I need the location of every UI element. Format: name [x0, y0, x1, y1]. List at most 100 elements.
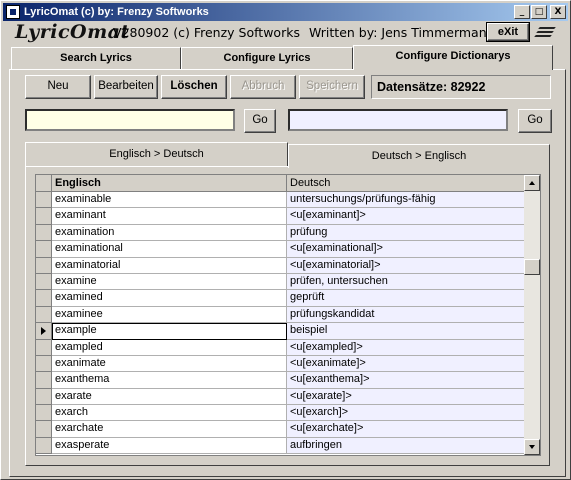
cell-german[interactable]: <u[exanthema]> — [287, 372, 525, 389]
cell-english[interactable]: examinatorial — [52, 257, 287, 274]
row-indicator[interactable] — [36, 241, 52, 258]
cell-english[interactable]: exarate — [52, 388, 287, 406]
cell-german[interactable]: <u[exarch]> — [287, 405, 525, 422]
cancel-button[interactable]: Abbruch — [230, 75, 296, 99]
row-indicator[interactable] — [36, 208, 52, 225]
cell-german[interactable]: geprüft — [287, 290, 525, 307]
tab-configure-lyrics[interactable]: Configure Lyrics — [181, 47, 353, 69]
cell-german[interactable]: untersuchungs/prüfungs-fähig — [287, 192, 525, 209]
cell-english[interactable]: exanthema — [52, 372, 287, 389]
row-indicator[interactable] — [36, 290, 52, 307]
table-row[interactable]: exasperate aufbringen — [36, 437, 525, 455]
cell-german[interactable]: beispiel — [287, 323, 525, 340]
search-german-input[interactable] — [288, 109, 508, 131]
delete-button[interactable]: Löschen — [161, 75, 227, 99]
table-row[interactable]: examine prüfen, untersuchen — [36, 273, 525, 291]
table-row[interactable]: examinatorial <u[examinatorial]> — [36, 257, 525, 274]
table-row[interactable]: examinant <u[examinant]> — [36, 208, 525, 225]
cell-english[interactable]: examinee — [52, 306, 287, 324]
row-indicator[interactable] — [36, 437, 52, 455]
cell-english[interactable]: examinable — [52, 192, 287, 209]
title-bar[interactable]: LyricOmat (c) by: Frenzy Softworks _ □ X — [3, 3, 568, 21]
cell-english[interactable]: exampled — [52, 339, 287, 356]
row-indicator[interactable] — [36, 224, 52, 242]
record-count: Datensätze: 82922 — [371, 75, 551, 99]
grid-rows: examinable untersuchungs/prüfungs-fähig ex… — [36, 192, 525, 455]
row-indicator[interactable] — [36, 388, 52, 406]
cell-german[interactable]: prüfungskandidat — [287, 306, 525, 324]
tab-german-english[interactable]: Deutsch > Englisch — [288, 144, 550, 168]
new-button[interactable]: Neu — [25, 75, 91, 99]
table-row[interactable]: examinational <u[examinational]> — [36, 241, 525, 258]
close-button[interactable]: X — [550, 5, 566, 19]
cell-english[interactable]: examinant — [52, 208, 287, 225]
cell-german[interactable]: <u[exampled]> — [287, 339, 525, 356]
scroll-up-arrow-icon[interactable] — [524, 175, 540, 191]
scroll-down-arrow-icon[interactable] — [524, 439, 540, 455]
tab-search-lyrics[interactable]: Search Lyrics — [11, 47, 181, 69]
cell-german[interactable]: <u[examinational]> — [287, 241, 525, 258]
minimize-button[interactable]: _ — [514, 5, 530, 19]
author-text: Written by: Jens Timmermann — [309, 25, 495, 40]
exit-button[interactable]: eXit — [487, 23, 529, 41]
table-row[interactable]: exanthema <u[exanthema]> — [36, 372, 525, 389]
cell-english[interactable]: examinational — [52, 241, 287, 258]
cell-english[interactable]: exanimate — [52, 355, 287, 373]
table-row[interactable]: example beispiel — [36, 323, 525, 340]
maximize-button[interactable]: □ — [531, 5, 547, 19]
edit-button[interactable]: Bearbeiten — [94, 75, 158, 99]
row-indicator[interactable] — [36, 257, 52, 274]
save-button[interactable]: Speichern — [299, 75, 365, 99]
vertical-scrollbar[interactable] — [524, 175, 540, 455]
main-tabs: Search Lyrics Configure Lyrics Configure… — [9, 45, 554, 70]
cell-german[interactable]: <u[exarate]> — [287, 388, 525, 406]
search-german-go-button[interactable]: Go — [518, 109, 552, 133]
row-indicator[interactable] — [36, 355, 52, 373]
dictionary-grid[interactable]: Englisch Deutsch examinable untersuchungs… — [35, 174, 541, 456]
cell-german[interactable]: prüfung — [287, 224, 525, 242]
row-indicator[interactable] — [36, 421, 52, 438]
table-row[interactable]: examined geprüft — [36, 290, 525, 307]
table-row[interactable]: exampled <u[exampled]> — [36, 339, 525, 356]
table-row[interactable]: examinee prüfungskandidat — [36, 306, 525, 324]
table-row[interactable]: exarate <u[exarate]> — [36, 388, 525, 406]
tab-english-german[interactable]: Englisch > Deutsch — [25, 142, 288, 166]
cell-german[interactable]: aufbringen — [287, 437, 525, 455]
column-header-english[interactable]: Englisch — [52, 175, 287, 192]
cell-german[interactable]: <u[examinant]> — [287, 208, 525, 225]
header-indicator-cell — [36, 175, 52, 192]
search-english-go-button[interactable]: Go — [244, 109, 276, 133]
cell-english[interactable]: exarch — [52, 405, 287, 422]
cell-english[interactable]: examine — [52, 273, 287, 291]
table-row[interactable]: exanimate <u[exanimate]> — [36, 355, 525, 373]
table-row[interactable]: examinable untersuchungs/prüfungs-fähig — [36, 192, 525, 209]
row-indicator[interactable] — [36, 339, 52, 356]
cell-english[interactable]: examination — [52, 224, 287, 242]
row-indicator[interactable] — [36, 405, 52, 422]
cell-english[interactable]: example — [52, 323, 287, 340]
cell-english[interactable]: examined — [52, 290, 287, 307]
current-row-arrow-icon — [41, 327, 46, 336]
cell-german[interactable]: <u[exanimate]> — [287, 355, 525, 373]
row-indicator[interactable] — [36, 372, 52, 389]
tab-configure-dictionarys[interactable]: Configure Dictionarys — [353, 45, 553, 70]
table-row[interactable]: examination prüfung — [36, 224, 525, 242]
app-window: LyricOmat (c) by: Frenzy Softworks _ □ X… — [0, 0, 571, 480]
version-text: V280902 (c) Frenzy Softworks — [113, 25, 300, 40]
row-indicator[interactable] — [36, 192, 52, 209]
cell-german[interactable]: <u[examinatorial]> — [287, 257, 525, 274]
cell-german[interactable]: <u[exarchate]> — [287, 421, 525, 438]
search-english-input[interactable] — [25, 109, 235, 131]
window-controls: _ □ X — [513, 5, 566, 19]
table-row[interactable]: exarch <u[exarch]> — [36, 405, 525, 422]
cell-english[interactable]: exarchate — [52, 421, 287, 438]
row-indicator[interactable] — [36, 323, 52, 340]
scrollbar-thumb[interactable] — [524, 259, 540, 275]
cell-english[interactable]: exasperate — [52, 437, 287, 455]
column-header-german[interactable]: Deutsch — [287, 175, 525, 192]
cell-german[interactable]: prüfen, untersuchen — [287, 273, 525, 291]
table-row[interactable]: exarchate <u[exarchate]> — [36, 421, 525, 438]
row-indicator[interactable] — [36, 306, 52, 324]
row-indicator[interactable] — [36, 273, 52, 291]
app-icon — [6, 5, 20, 19]
